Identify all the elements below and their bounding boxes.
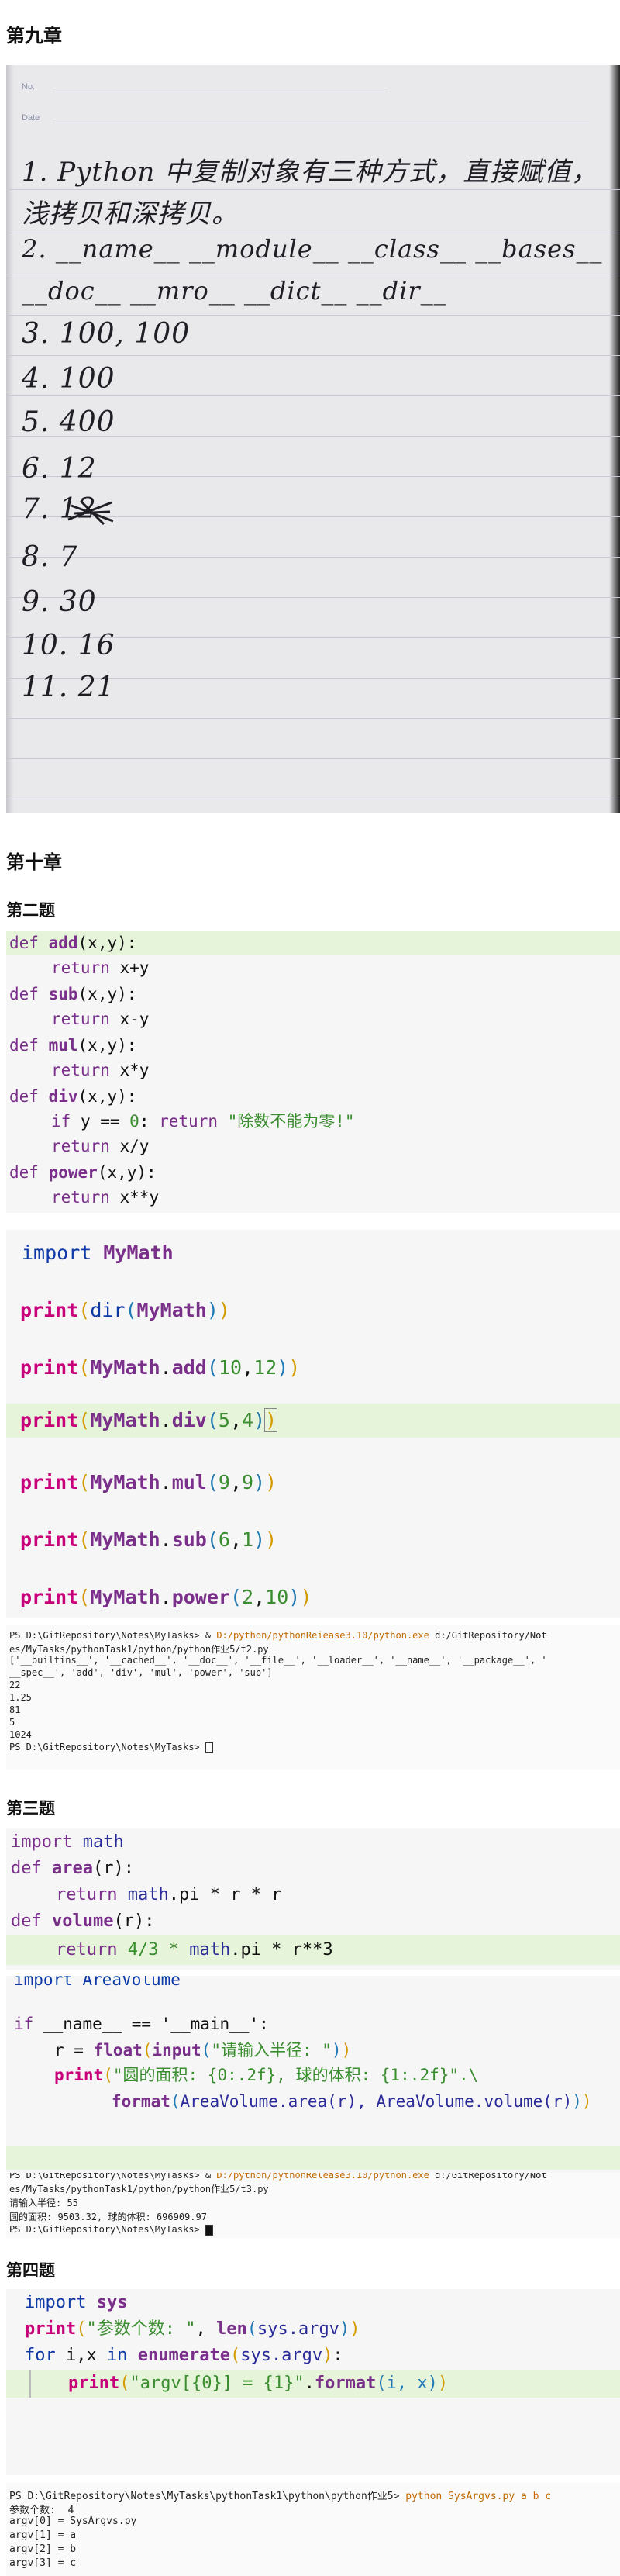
code-line: print(MyMath.mul(9,9)) — [20, 1471, 277, 1493]
question-3-title: 第三题 — [6, 1799, 55, 1818]
code-line: print(MyMath.add(10,12)) — [20, 1356, 301, 1379]
code-line: format(AreaVolume.area(r), AreaVolume.vo… — [112, 2092, 592, 2111]
terminal-line: argv[1] = a — [9, 2529, 77, 2541]
code-line: if __name__ == '__main__': — [14, 2015, 269, 2033]
terminal-prompt[interactable]: PS D:\GitRepository\Notes\MyTasks> — [9, 1742, 213, 1753]
question-2-title: 第二题 — [6, 901, 55, 920]
terminal-cursor — [205, 1742, 213, 1753]
code-line: def power(x,y): — [9, 1163, 157, 1182]
code-line: import MyMath — [22, 1241, 174, 1264]
terminal-line: PS D:\GitRepository\Notes\MyTasks\python… — [9, 2491, 552, 2502]
terminal-line: argv[0] = SysArgvs.py — [9, 2516, 137, 2527]
chapter-9-title: 第九章 — [6, 25, 62, 47]
code-line: def sub(x,y): — [9, 985, 137, 1003]
terminal-line: 1.25 — [9, 1692, 32, 1703]
notebook-no-label: No. — [22, 82, 36, 92]
terminal-output-t2: PS D:\GitRepository\Notes\MyTasks> & D:/… — [6, 1625, 620, 1770]
answer-line-6: 6. 12 — [22, 453, 97, 485]
answer-line-9: 9. 30 — [22, 586, 97, 618]
indent-guide — [29, 2370, 31, 2398]
code-line: print(MyMath.div(5,4)) — [6, 1404, 620, 1438]
terminal-line: 81 — [9, 1704, 21, 1715]
terminal-line: 22 — [9, 1680, 21, 1690]
code-line: print("参数个数: ", len(sys.argv)) — [25, 2319, 360, 2339]
chapter-10-title: 第十章 — [6, 851, 62, 873]
terminal-output-t3: PS D:\GitRepository\Notes\MyTasks> & D:/… — [6, 2173, 620, 2238]
sysargvs-code-block: import sys print("参数个数: ", len(sys.argv)… — [6, 2289, 620, 2475]
answer-line-11: 11. 21 — [22, 672, 115, 703]
answer-line-10: 10. 16 — [22, 630, 115, 661]
scribble-mark — [67, 499, 114, 526]
terminal-line: es/MyTasks/pythonTask1/python/python作业5/… — [9, 2184, 269, 2194]
notebook-date-label: Date — [22, 113, 40, 123]
terminal-line: es/MyTasks/pythonTask1/python/python作业5/… — [9, 1644, 269, 1655]
code-line: return 4/3 * math.pi * r**3 — [6, 1935, 620, 1965]
terminal-line: 5 — [9, 1717, 16, 1728]
code-line: print(dir(MyMath)) — [20, 1299, 230, 1321]
answer-line-1b: 浅拷贝和深拷贝。 — [22, 199, 239, 230]
code-line: print(MyMath.power(2,10)) — [20, 1586, 312, 1608]
code-line: print(MyMath.sub(6,1)) — [20, 1528, 277, 1551]
code-line: return x*y — [51, 1061, 150, 1079]
code-line: print("argv[{0}] = {1}".format(i, x)) — [6, 2370, 620, 2398]
terminal-line: argv[3] = c — [9, 2557, 77, 2569]
terminal-line: ['__builtins__', '__cached__', '__doc__'… — [9, 1655, 547, 1666]
terminal-line: 1024 — [9, 1729, 32, 1740]
areavolume-main-code-block: import AreaVolume if __name__ == '__main… — [6, 1976, 620, 2173]
code-line: def add(x,y): — [6, 931, 620, 955]
mymath-code-block: def add(x,y): return x+y def sub(x,y): r… — [6, 931, 620, 1213]
code-line: def div(x,y): — [9, 1087, 137, 1106]
terminal-line: 圆的面积: 9503.32, 球的体积: 696909.97 — [9, 2212, 207, 2222]
code-line: return x/y — [51, 1137, 150, 1155]
code-line-empty — [6, 2146, 620, 2170]
terminal-line: 请输入半径: 55 — [9, 2198, 78, 2208]
code-line: for i,x in enumerate(sys.argv): — [25, 2346, 343, 2365]
answer-line-5: 5. 400 — [22, 406, 115, 438]
terminal-line: PS D:\GitRepository\Notes\MyTasks> & D:/… — [9, 2173, 547, 2181]
code-line: def mul(x,y): — [9, 1036, 137, 1055]
answer-line-4: 4. 100 — [22, 363, 115, 395]
code-line: import AreaVolume — [14, 1976, 181, 1989]
terminal-line: argv[2] = b — [9, 2543, 77, 2555]
notebook-photo: No. Date 1. Python 中复制对象有三种方式，直接赋值， 浅拷贝和… — [6, 65, 620, 813]
photo-shadow-left — [6, 65, 14, 813]
code-line: import sys — [25, 2293, 128, 2312]
code-line: def volume(r): — [11, 1911, 155, 1931]
question-4-title: 第四题 — [6, 2261, 55, 2280]
areavolume-code-block: import math def area(r): return math.pi … — [6, 1828, 620, 1970]
code-line: if y == 0: return "除数不能为零!" — [51, 1112, 355, 1131]
code-line: print("圆的面积: {0:.2f}, 球的体积: {1:.2f}".\ — [54, 2066, 479, 2084]
answer-line-1: 1. Python 中复制对象有三种方式，直接赋值， — [22, 157, 599, 188]
code-line: r = float(input("请输入半径: ")) — [54, 2041, 352, 2060]
answer-line-8: 8. 7 — [22, 541, 78, 573]
terminal-cursor — [205, 2224, 213, 2236]
photo-shadow-right — [609, 65, 620, 813]
answer-line-3: 3. 100, 100 — [22, 318, 191, 350]
terminal-line: PS D:\GitRepository\Notes\MyTasks> & D:/… — [9, 1630, 547, 1641]
mymath-test-code-block: import MyMath print(dir(MyMath)) print(M… — [6, 1230, 620, 1618]
code-line: import math — [11, 1832, 124, 1852]
terminal-line: 参数个数: 4 — [9, 2505, 74, 2516]
terminal-prompt[interactable]: PS D:\GitRepository\Notes\MyTasks> — [9, 2224, 213, 2236]
code-line: def area(r): — [11, 1859, 134, 1878]
terminal-line: __spec__', 'add', 'div', 'mul', 'power',… — [9, 1667, 273, 1678]
code-line: return x**y — [51, 1188, 160, 1207]
terminal-output-t4: PS D:\GitRepository\Notes\MyTasks\python… — [6, 2483, 620, 2576]
answer-line-2: 2. __name__ __module__ __class__ __bases… — [22, 234, 603, 264]
code-line: return math.pi * r * r — [56, 1885, 282, 1904]
answer-line-2b: __doc__ __mro__ __dict__ __dir__ — [22, 276, 447, 306]
code-line: return x-y — [51, 1010, 150, 1028]
code-line: return x+y — [51, 958, 150, 977]
